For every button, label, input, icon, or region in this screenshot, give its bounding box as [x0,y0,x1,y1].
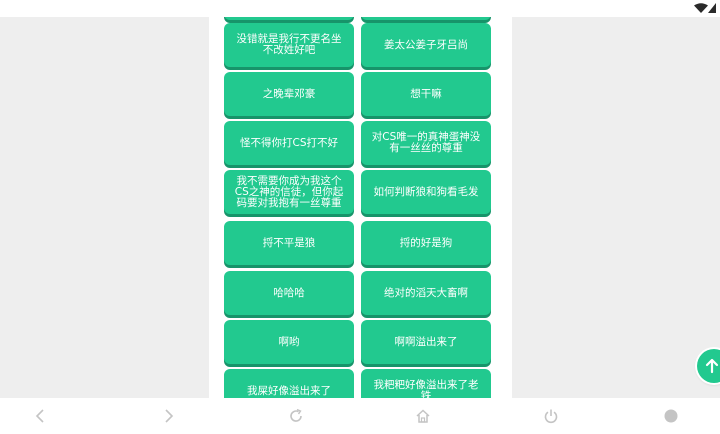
forward-button[interactable] [156,404,180,428]
sound-button[interactable]: 想干嘛 [361,72,491,116]
sound-button-label: 对CS唯一的真神蛋神没有一丝丝的尊重 [371,131,481,154]
sound-button-label: 之晚辈邓豪 [262,87,316,100]
sound-button-label: 哈哈哈 [273,286,305,299]
sound-button[interactable]: 没错就是我行不更名坐不改姓好吧 [224,23,354,67]
sound-button-label: 没错就是我行不更名坐不改姓好吧 [236,33,342,56]
sound-button-label: 捋不平是狼 [262,236,316,249]
sound-button-label: 绝对的滔天大畜啊 [384,286,468,299]
sound-button[interactable]: 啊哟 [224,320,354,364]
sound-button-label: 啊啊溢出来了 [394,335,458,348]
sound-button-label: 想干嘛 [410,87,442,100]
status-bar [0,0,720,17]
power-button[interactable] [539,404,563,428]
sound-button-label: 怪不得你打CS打不好 [240,136,338,149]
sound-button-label: 姜太公姜子牙吕尚 [384,38,468,51]
menu-button[interactable] [659,404,683,428]
sound-button[interactable]: 哈哈哈 [224,271,354,315]
content-panel[interactable]: 没错就是我行不更名坐不改姓好吧 姜太公姜子牙吕尚 之晚辈邓豪 想干嘛 怪不得你打… [209,17,512,398]
sound-button[interactable]: 之晚辈邓豪 [224,72,354,116]
refresh-button[interactable] [284,404,308,428]
sound-button[interactable]: 我粑粑好像溢出来了老铁 [361,369,491,398]
sound-button[interactable]: 啊啊溢出来了 [361,320,491,364]
menu-dot-icon [664,409,678,423]
power-icon [544,409,558,424]
sound-button[interactable]: 捋不平是狼 [224,221,354,265]
sound-button-label: 如何判断狼和狗看毛发 [373,185,479,198]
navigation-bar [0,398,720,434]
left-gutter [0,17,209,398]
back-icon [35,409,44,423]
status-icons [694,3,716,13]
sound-button[interactable]: 姜太公姜子牙吕尚 [361,23,491,67]
back-button[interactable] [29,404,53,428]
sound-button-label: 啊哟 [278,335,300,348]
signal-icon [708,3,716,13]
sound-button[interactable]: 捋的好是狗 [361,221,491,265]
sound-button[interactable]: 对CS唯一的真神蛋神没有一丝丝的尊重 [361,121,491,165]
wifi-icon [694,3,708,13]
sound-button-label: 我不需要你成为我这个CS之神的信徒，但你起码要对我抱有一丝尊重 [234,174,344,209]
refresh-icon [290,408,302,422]
sound-button[interactable]: 绝对的滔天大畜啊 [361,271,491,315]
sound-button[interactable] [224,17,354,20]
sound-button-label: 我粑粑好像溢出来了老铁 [373,379,479,399]
right-gutter [512,17,720,398]
forward-icon [165,409,174,423]
sound-button-label: 我屎好像溢出来了 [247,384,331,397]
sound-button[interactable]: 如何判断狼和狗看毛发 [361,170,491,214]
sound-button[interactable] [361,17,491,20]
sound-button[interactable]: 我屎好像溢出来了 [224,369,354,398]
arrow-up-icon [705,358,719,374]
home-icon [416,409,430,423]
sound-button-label: 捋的好是狗 [399,236,453,249]
sound-button[interactable]: 我不需要你成为我这个CS之神的信徒，但你起码要对我抱有一丝尊重 [224,170,354,214]
home-button[interactable] [411,404,435,428]
sound-button-grid: 没错就是我行不更名坐不改姓好吧 姜太公姜子牙吕尚 之晚辈邓豪 想干嘛 怪不得你打… [209,17,512,398]
sound-button[interactable]: 怪不得你打CS打不好 [224,121,354,165]
